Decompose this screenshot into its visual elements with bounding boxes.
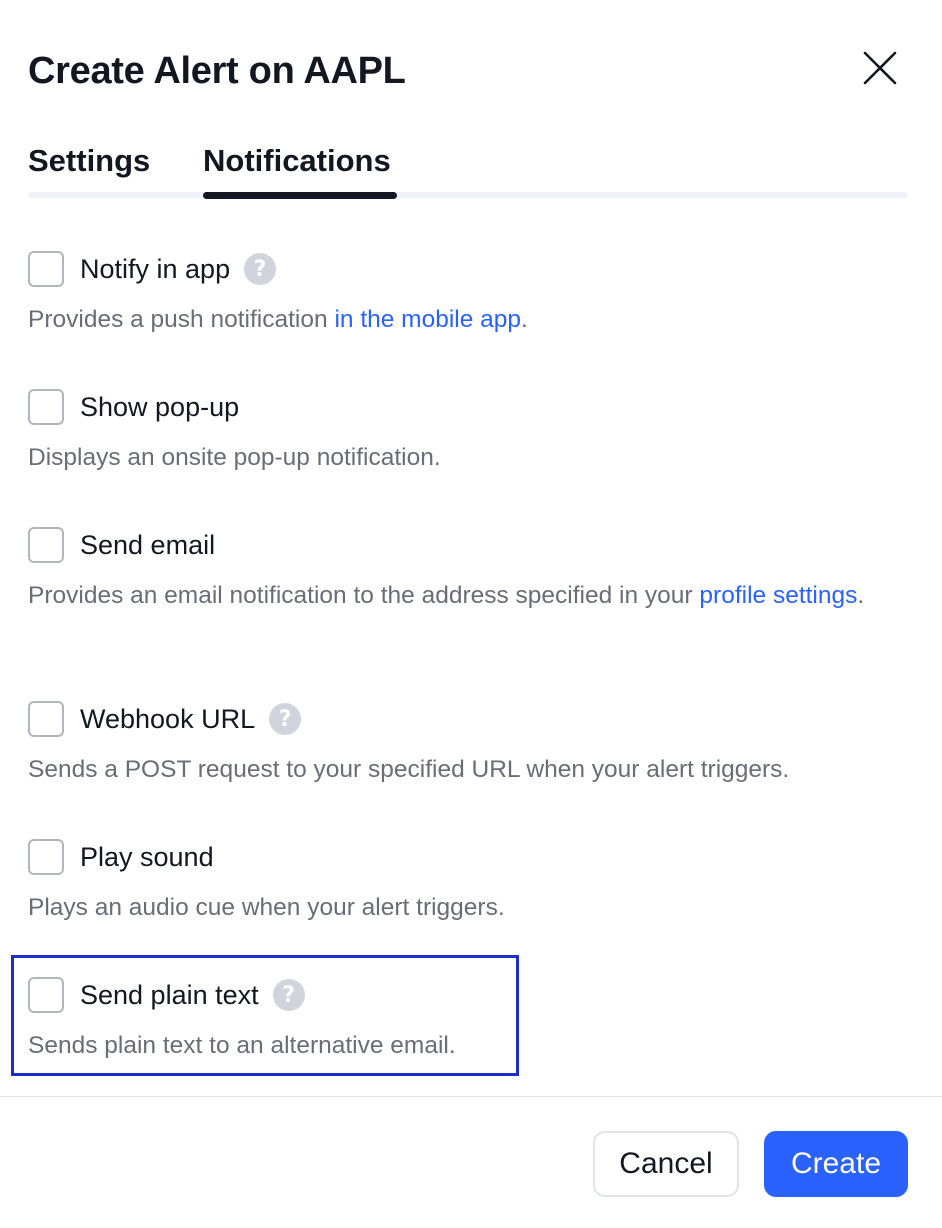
- close-icon: [863, 51, 897, 85]
- play-sound-checkbox[interactable]: [28, 839, 64, 875]
- create-button[interactable]: Create: [764, 1131, 908, 1197]
- option-notify-in-app: Notify in app ? Provides a push notifica…: [28, 249, 908, 338]
- show-popup-checkbox[interactable]: [28, 389, 64, 425]
- show-popup-label[interactable]: Show pop-up: [80, 390, 239, 424]
- option-send-email: Send email Provides an email notificatio…: [28, 525, 908, 614]
- active-tab-indicator: [203, 192, 397, 199]
- tab-bar: Settings Notifications: [28, 138, 908, 200]
- option-show-popup: Show pop-up Displays an onsite pop-up no…: [28, 387, 908, 476]
- send-email-checkbox[interactable]: [28, 527, 64, 563]
- cancel-button[interactable]: Cancel: [593, 1131, 739, 1197]
- show-popup-description: Displays an onsite pop-up notification.: [28, 444, 441, 471]
- tab-track: [28, 192, 908, 198]
- option-webhook-url: Webhook URL ? Sends a POST request to yo…: [28, 699, 908, 788]
- notify-in-app-desc-text: Provides a push notification: [28, 306, 335, 333]
- notify-in-app-desc-end: .: [521, 306, 528, 333]
- tab-notifications[interactable]: Notifications: [203, 142, 391, 180]
- send-email-desc-text: Provides an email notification to the ad…: [28, 582, 700, 609]
- footer-divider: [0, 1096, 942, 1097]
- play-sound-label[interactable]: Play sound: [80, 840, 214, 874]
- notify-in-app-checkbox[interactable]: [28, 251, 64, 287]
- webhook-url-label[interactable]: Webhook URL: [80, 702, 255, 736]
- send-email-desc-end: .: [857, 582, 865, 609]
- close-button[interactable]: [858, 46, 902, 90]
- profile-settings-link[interactable]: profile settings: [699, 582, 857, 609]
- highlight-box: [11, 955, 519, 1076]
- play-sound-description: Plays an audio cue when your alert trigg…: [28, 894, 505, 921]
- question-circle-icon[interactable]: ?: [244, 253, 277, 285]
- webhook-url-checkbox[interactable]: [28, 701, 64, 737]
- option-play-sound: Play sound Plays an audio cue when your …: [28, 837, 908, 926]
- send-email-label[interactable]: Send email: [80, 528, 215, 562]
- notify-in-app-label[interactable]: Notify in app: [80, 252, 230, 286]
- question-circle-icon[interactable]: ?: [269, 703, 302, 735]
- webhook-url-description: Sends a POST request to your specified U…: [28, 756, 790, 783]
- create-alert-dialog: Create Alert on AAPL Settings Notificati…: [0, 0, 942, 1228]
- dialog-title: Create Alert on AAPL: [28, 50, 406, 92]
- mobile-app-link[interactable]: in the mobile app: [334, 306, 521, 333]
- send-email-description: Provides an email notification to the ad…: [28, 578, 898, 614]
- notify-in-app-description: Provides a push notification in the mobi…: [28, 302, 898, 338]
- tab-settings[interactable]: Settings: [28, 142, 150, 180]
